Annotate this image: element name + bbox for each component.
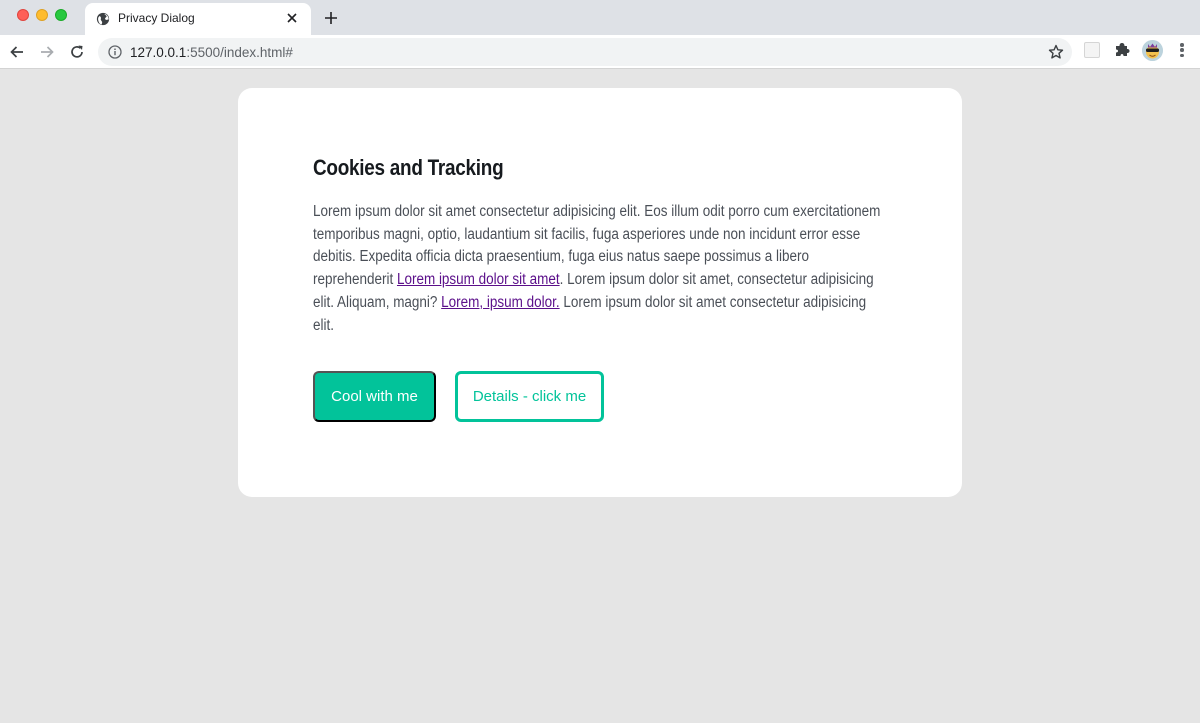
browser-tab[interactable]: Privacy Dialog [85, 3, 311, 35]
body-link-2[interactable]: Lorem, ipsum dolor. [441, 294, 559, 311]
address-bar[interactable]: 127.0.0.1:5500/index.html# [98, 38, 1072, 66]
reload-icon [71, 45, 83, 58]
browser-tab-bar: Privacy Dialog [0, 0, 1200, 35]
dialog-title: Cookies and Tracking [313, 155, 504, 180]
arrow-left-icon [10, 46, 23, 58]
window-minimize-button[interactable] [36, 9, 48, 21]
globe-icon [96, 12, 110, 26]
browser-toolbar: 127.0.0.1:5500/index.html# [0, 35, 1200, 69]
arrow-right-icon [41, 46, 54, 58]
star-icon[interactable] [1048, 44, 1064, 60]
more-vertical-icon[interactable] [1175, 41, 1189, 59]
body-link-1[interactable]: Lorem ipsum dolor sit amet [397, 271, 560, 288]
info-icon[interactable] [108, 45, 122, 59]
dialog-body-text: Lorem ipsum dolor sit amet consectetur a… [313, 201, 887, 337]
url-text: 127.0.0.1:5500/index.html# [130, 45, 293, 60]
new-tab-icon[interactable] [320, 7, 342, 29]
url-host: 127.0.0.1 [130, 45, 187, 60]
extension-icon[interactable] [1084, 42, 1100, 58]
window-maximize-button[interactable] [55, 9, 67, 21]
reload-button[interactable] [65, 40, 89, 64]
privacy-dialog: Cookies and Tracking Lorem ipsum dolor s… [238, 88, 962, 497]
accept-button[interactable]: Cool with me [313, 371, 436, 422]
close-tab-icon[interactable] [283, 9, 301, 27]
profile-avatar[interactable] [1142, 40, 1163, 61]
window-close-button[interactable] [17, 9, 29, 21]
forward-button[interactable] [35, 40, 59, 64]
puzzle-icon[interactable] [1113, 41, 1131, 59]
url-path: :5500/index.html# [186, 45, 293, 60]
back-button[interactable] [5, 40, 29, 64]
tab-title: Privacy Dialog [118, 11, 195, 25]
details-button[interactable]: Details - click me [455, 371, 604, 422]
